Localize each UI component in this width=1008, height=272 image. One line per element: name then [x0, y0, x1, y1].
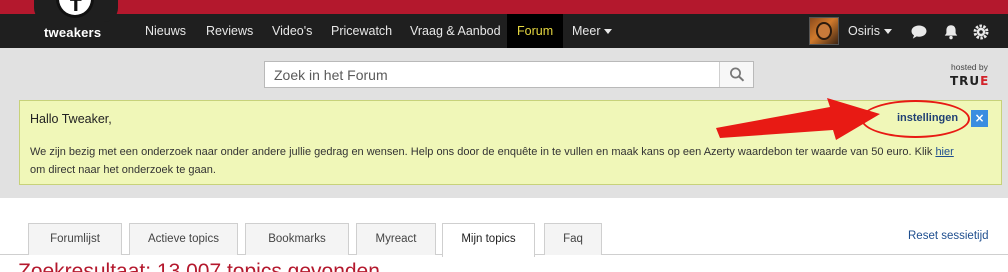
nav-item-meer-label: Meer	[572, 24, 601, 38]
close-icon[interactable]: ×	[971, 110, 988, 127]
user-name: Osiris	[848, 24, 880, 38]
host-logo[interactable]: TRUE	[950, 74, 989, 88]
notice-body: We zijn bezig met een onderzoek naar ond…	[30, 143, 965, 179]
gear-icon[interactable]	[972, 24, 990, 40]
nav-item-vraag-aanbod[interactable]: Vraag & Aanbod	[410, 14, 501, 48]
chat-icon[interactable]	[910, 24, 928, 40]
tab-forumlijst[interactable]: Forumlijst	[28, 223, 122, 255]
nav-item-forum[interactable]: Forum	[507, 14, 564, 48]
annotation-ellipse	[861, 100, 970, 138]
search-button[interactable]	[719, 62, 753, 87]
forum-search	[264, 61, 754, 88]
host-logo-accent: E	[980, 74, 990, 88]
tab-myreact[interactable]: Myreact	[356, 223, 436, 255]
nav-item-nieuws[interactable]: Nieuws	[145, 14, 186, 48]
search-icon	[730, 67, 745, 82]
tab-faq[interactable]: Faq	[544, 223, 602, 255]
top-brand-strip	[0, 0, 1008, 14]
user-menu[interactable]: Osiris	[848, 14, 892, 48]
page-title: Zoekresultaat: 13.007 topics gevonden	[18, 260, 380, 272]
nav-item-pricewatch[interactable]: Pricewatch	[331, 14, 392, 48]
annotation-arrow	[716, 98, 880, 140]
avatar[interactable]	[809, 17, 839, 45]
nav-item-meer[interactable]: Meer	[572, 14, 613, 48]
survey-link[interactable]: hier	[935, 146, 953, 158]
notice-greeting: Hallo Tweaker,	[30, 112, 112, 126]
host-logo-text: TRU	[950, 74, 981, 88]
reset-session-link[interactable]: Reset sessietijd	[908, 230, 989, 242]
tab-bookmarks[interactable]: Bookmarks	[245, 223, 349, 255]
tab-actieve-topics[interactable]: Actieve topics	[129, 223, 238, 255]
nav-item-videos[interactable]: Video's	[272, 14, 312, 48]
chevron-down-icon	[604, 29, 613, 35]
chevron-down-icon	[883, 29, 892, 35]
logo-text[interactable]: tweakers	[44, 25, 101, 40]
notice-body-text-end: om direct naar het onderzoek te gaan.	[30, 164, 216, 176]
hosted-by-label: hosted by	[951, 62, 988, 72]
logo-glyph: T	[70, 0, 82, 16]
search-input[interactable]	[265, 62, 719, 87]
nav-item-reviews[interactable]: Reviews	[206, 14, 253, 48]
bell-icon[interactable]	[942, 24, 960, 40]
tab-mijn-topics[interactable]: Mijn topics	[442, 223, 535, 257]
